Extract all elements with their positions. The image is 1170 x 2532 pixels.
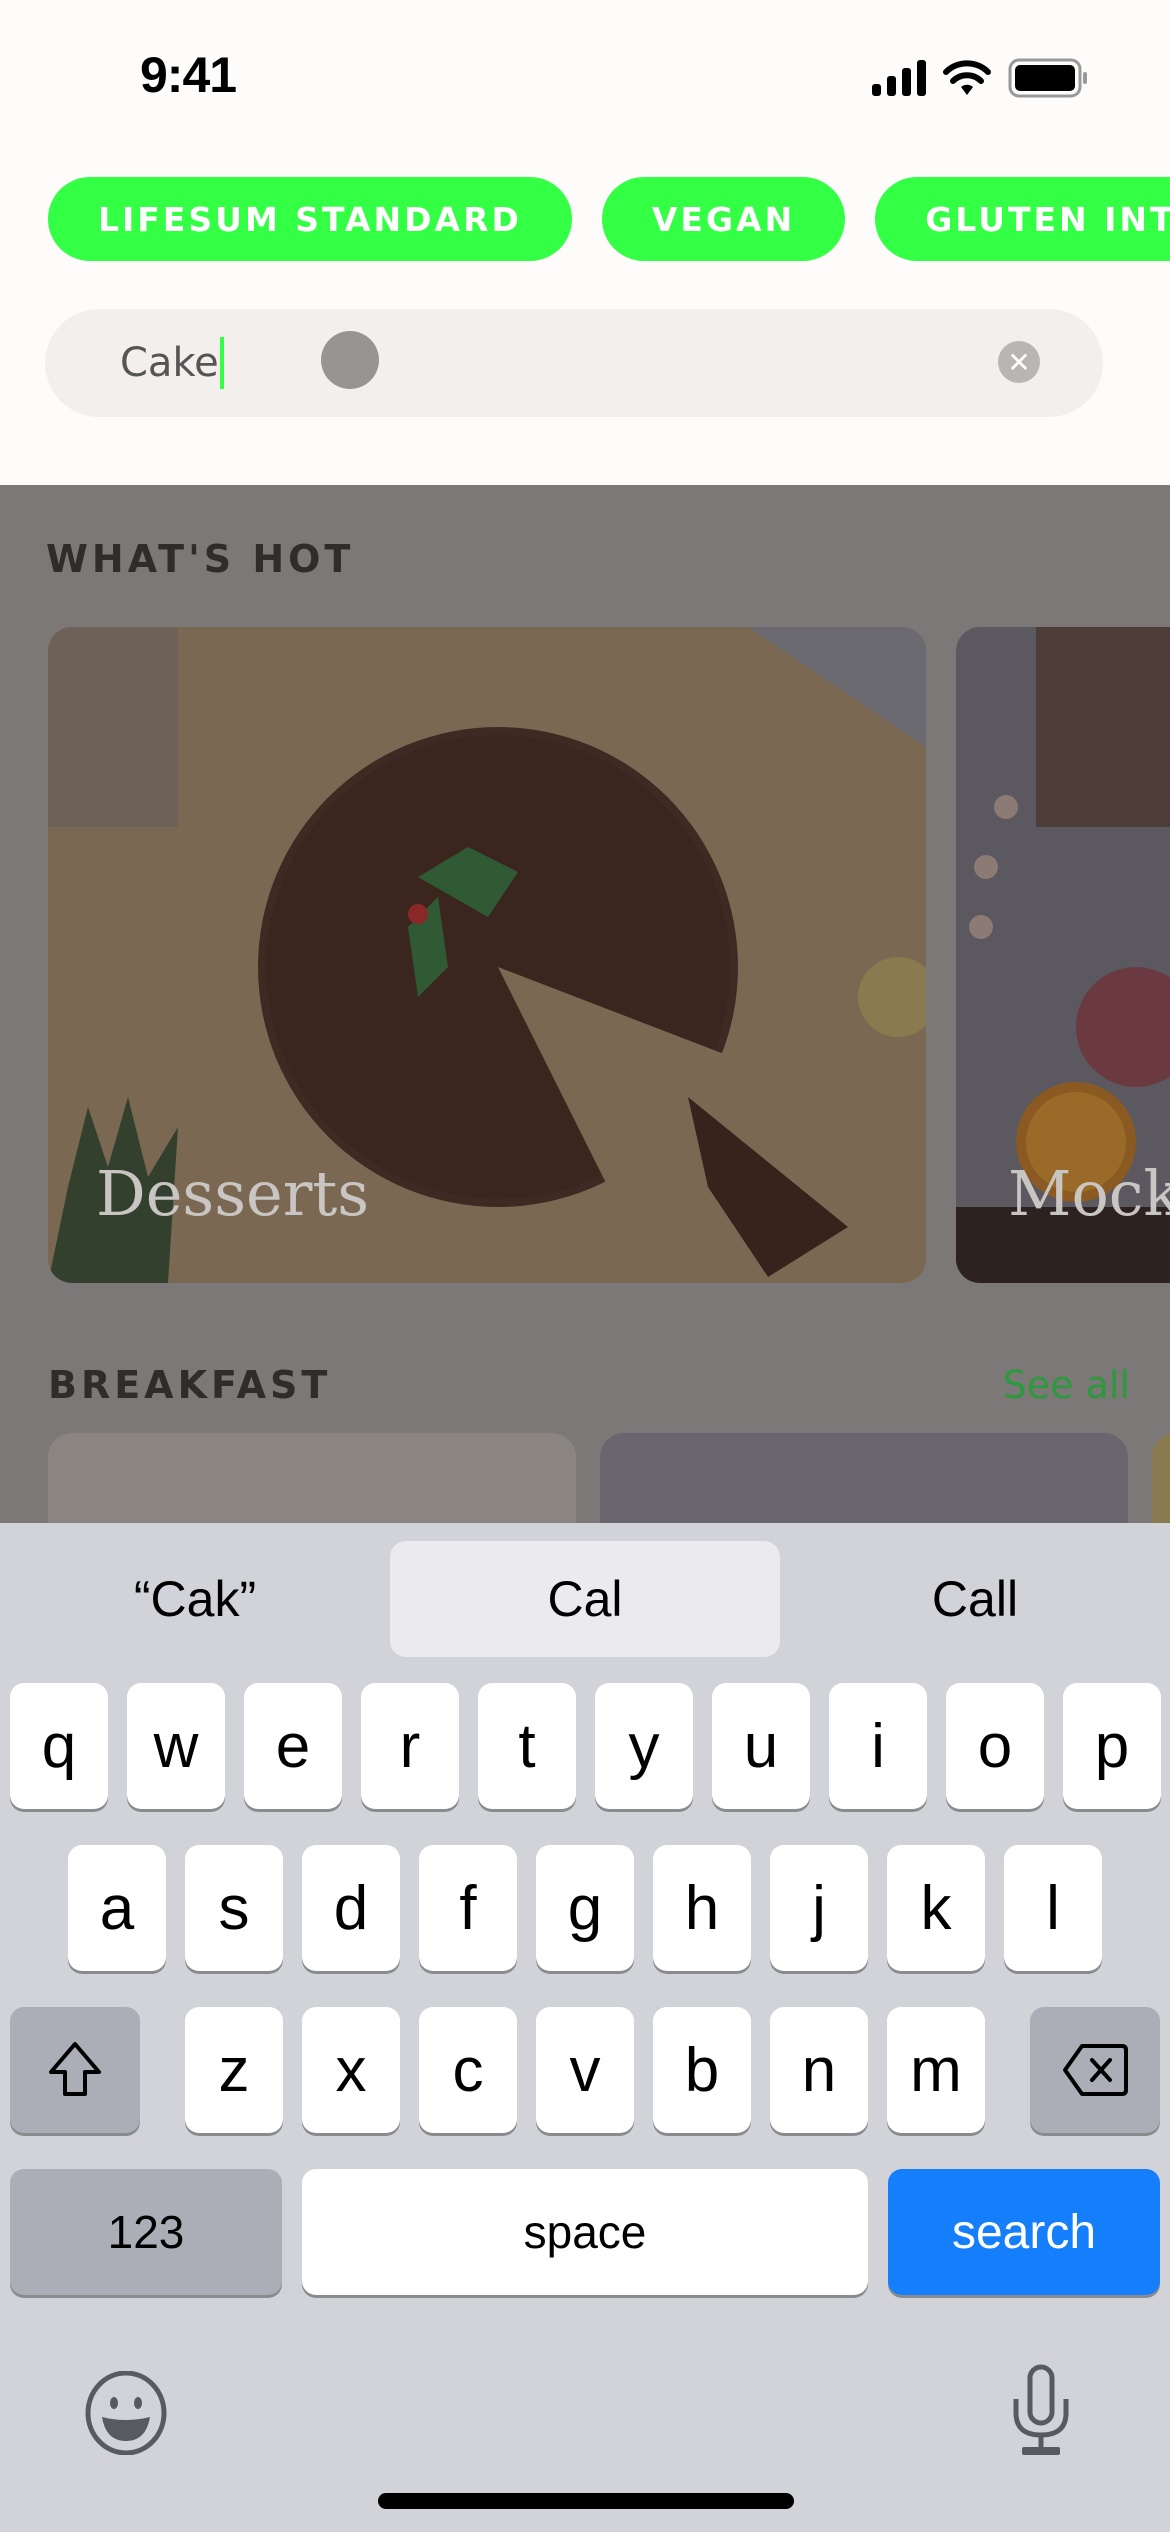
key-u[interactable]: u (712, 1683, 810, 1809)
key-t[interactable]: t (478, 1683, 576, 1809)
status-bar: 9:41 (0, 0, 1170, 150)
text-caret (219, 337, 224, 389)
backspace-icon (1063, 2044, 1128, 2096)
key-p[interactable]: p (1063, 1683, 1161, 1809)
discover-content: WHAT'S HOT Desserts Mock BREAKFAST See a… (0, 485, 1170, 1525)
battery-icon (1008, 58, 1087, 98)
key-b[interactable]: b (653, 2007, 751, 2133)
key-i[interactable]: i (829, 1683, 927, 1809)
chip-lifesum-standard[interactable]: LIFESUM STANDARD (48, 177, 572, 261)
clear-search-button[interactable]: ✕ (998, 341, 1040, 383)
card-title-desserts: Desserts (96, 1157, 370, 1230)
status-icons (872, 58, 1090, 98)
card-title-mocktails: Mock (1008, 1157, 1170, 1230)
suggestion-literal[interactable]: “Cak” (0, 1541, 390, 1657)
microphone-icon[interactable] (1008, 2363, 1074, 2459)
touch-indicator (321, 331, 379, 389)
key-y[interactable]: y (595, 1683, 693, 1809)
wifi-icon (943, 60, 991, 95)
cellular-signal-icon (872, 60, 926, 96)
search-input[interactable]: Cake ✕ (45, 309, 1103, 417)
status-time: 9:41 (140, 47, 237, 103)
key-s[interactable]: s (185, 1845, 283, 1971)
whats-hot-title: WHAT'S HOT (46, 537, 355, 581)
breakfast-card[interactable] (48, 1433, 576, 1525)
key-m[interactable]: m (887, 2007, 985, 2133)
key-q[interactable]: q (10, 1683, 108, 1809)
diet-filter-chips: LIFESUM STANDARD VEGAN GLUTEN INTO (48, 177, 1170, 261)
chip-vegan[interactable]: VEGAN (601, 177, 846, 261)
search-text-wrapper: Cake (120, 337, 224, 389)
key-a[interactable]: a (68, 1845, 166, 1971)
key-l[interactable]: l (1004, 1845, 1102, 1971)
home-indicator (378, 2493, 794, 2509)
card-desserts[interactable]: Desserts (48, 627, 926, 1283)
backspace-key[interactable] (1030, 2007, 1160, 2133)
key-c[interactable]: c (419, 2007, 517, 2133)
key-e[interactable]: e (244, 1683, 342, 1809)
breakfast-card[interactable] (1152, 1433, 1170, 1525)
suggestion-highlighted[interactable]: Cal (390, 1541, 780, 1657)
numbers-key[interactable]: 123 (10, 2169, 282, 2295)
key-k[interactable]: k (887, 1845, 985, 1971)
key-h[interactable]: h (653, 1845, 751, 1971)
key-w[interactable]: w (127, 1683, 225, 1809)
key-n[interactable]: n (770, 2007, 868, 2133)
search-value: Cake (120, 340, 219, 386)
key-f[interactable]: f (419, 1845, 517, 1971)
key-r[interactable]: r (361, 1683, 459, 1809)
key-d[interactable]: d (302, 1845, 400, 1971)
breakfast-card[interactable] (600, 1433, 1128, 1525)
space-key[interactable]: space (302, 2169, 868, 2295)
breakfast-title: BREAKFAST (48, 1363, 332, 1407)
chip-gluten-intolerant[interactable]: GLUTEN INTO (875, 177, 1170, 261)
key-g[interactable]: g (536, 1845, 634, 1971)
card-mocktails[interactable]: Mock (956, 627, 1170, 1283)
key-o[interactable]: o (946, 1683, 1044, 1809)
breakfast-see-all-link[interactable]: See all (1003, 1363, 1130, 1407)
key-v[interactable]: v (536, 2007, 634, 2133)
key-j[interactable]: j (770, 1845, 868, 1971)
key-z[interactable]: z (185, 2007, 283, 2133)
keyboard: “Cak” Cal Call qwertyuiop asdfghjkl zxcv… (0, 1523, 1170, 2532)
key-x[interactable]: x (302, 2007, 400, 2133)
clear-icon: ✕ (1007, 346, 1031, 378)
shift-icon (49, 2042, 101, 2096)
search-key[interactable]: search (888, 2169, 1160, 2295)
shift-key[interactable] (10, 2007, 140, 2133)
emoji-icon[interactable] (84, 2371, 168, 2455)
suggestion-third[interactable]: Call (780, 1541, 1170, 1657)
screen: 9:41 LIFESUM STANDARD VEGAN GLUTEN INTO … (0, 0, 1170, 2532)
